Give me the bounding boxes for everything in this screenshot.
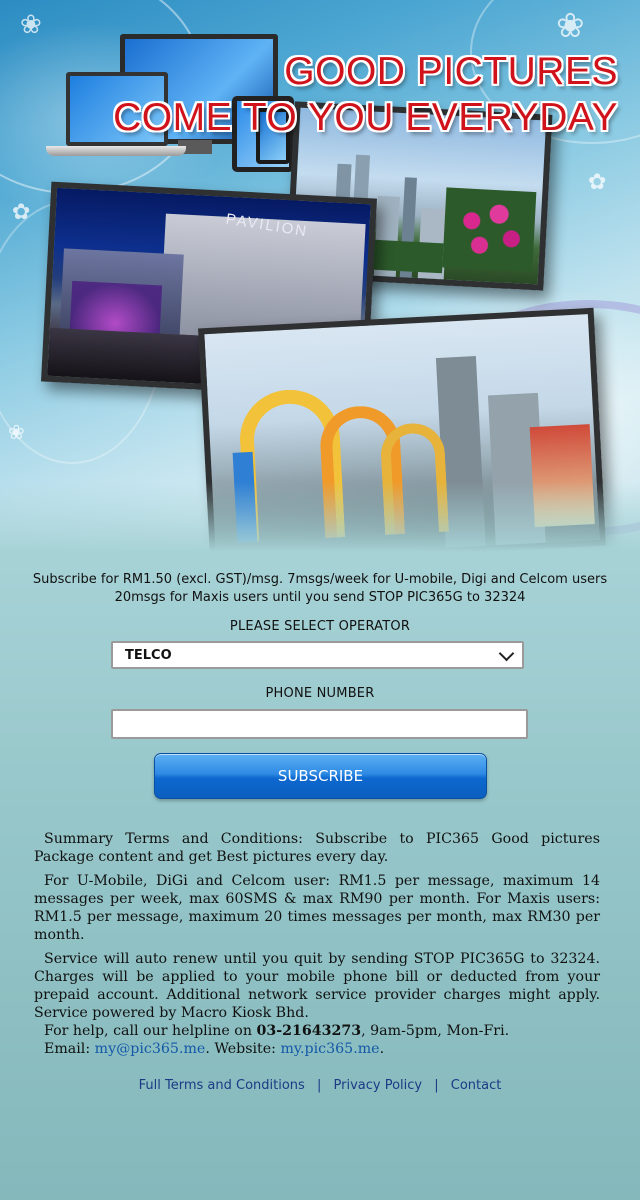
contact-link[interactable]: Contact [451, 1078, 502, 1093]
footer-links: Full Terms and Conditions | Privacy Poli… [0, 1078, 640, 1093]
website-link[interactable]: my.pic365.me [280, 1041, 379, 1057]
phone-number-input[interactable] [111, 709, 528, 739]
flower-icon: ❀ [556, 6, 585, 46]
subscription-info-line: 20msgs for Maxis users until you send ST… [114, 590, 526, 605]
email-prefix: Email: [44, 1041, 95, 1057]
email-link[interactable]: my@pic365.me [95, 1041, 206, 1057]
flower-icon: ❀ [20, 10, 42, 40]
website-prefix: . Website: [205, 1041, 281, 1057]
flower-icon: ❀ [8, 420, 25, 444]
operator-selected-value: TELCO [125, 648, 172, 663]
headline-line-1: GOOD PICTURES [284, 50, 618, 93]
helpline-text: For help, call our helpline on 03-216432… [34, 1022, 600, 1040]
hero-banner: ❀ ✿ ❀ ✿ ❀ PAVILION GOOD PICTURES COME TO… [0, 0, 640, 552]
privacy-policy-link[interactable]: Privacy Policy [334, 1078, 423, 1093]
chevron-down-icon [498, 645, 515, 662]
terms-renewal-paragraph: Service will auto renew until you quit b… [34, 951, 600, 1021]
subscription-info: Subscribe for RM1.50 (excl. GST)/msg. 7m… [20, 571, 620, 607]
helpline-hours: , 9am-5pm, Mon-Fri. [361, 1023, 510, 1039]
contact-text: Email: my@pic365.me. Website: my.pic365.… [34, 1040, 600, 1058]
flower-icon: ✿ [12, 200, 31, 225]
website-suffix: . [379, 1041, 385, 1057]
subscribe-button[interactable]: SUBSCRIBE [154, 753, 487, 799]
footer-separator: | [434, 1078, 439, 1093]
helpline-prefix: For help, call our helpline on [44, 1023, 257, 1039]
flower-icon: ✿ [588, 170, 607, 195]
terms-summary-paragraph: Summary Terms and Conditions: Subscribe … [34, 831, 600, 865]
subscription-info-line: Subscribe for RM1.50 (excl. GST)/msg. 7m… [32, 572, 608, 587]
headline-line-2: COME TO YOU EVERYDAY [113, 96, 618, 139]
terms-summary: Summary Terms and Conditions: Subscribe … [34, 830, 600, 1058]
terms-pricing-paragraph: For U-Mobile, DiGi and Celcom user: RM1.… [34, 873, 600, 943]
phone-number-label: PHONE NUMBER [265, 686, 375, 701]
operator-label: PLEASE SELECT OPERATOR [229, 619, 411, 634]
banner-fade [0, 482, 640, 552]
helpline-number: 03-21643273 [256, 1023, 362, 1039]
operator-select[interactable]: TELCO [111, 641, 524, 669]
page: ❀ ✿ ❀ ✿ ❀ PAVILION GOOD PICTURES COME TO… [0, 0, 640, 1200]
laptop-base [46, 146, 186, 156]
full-terms-link[interactable]: Full Terms and Conditions [139, 1078, 305, 1093]
footer-separator: | [316, 1078, 322, 1093]
